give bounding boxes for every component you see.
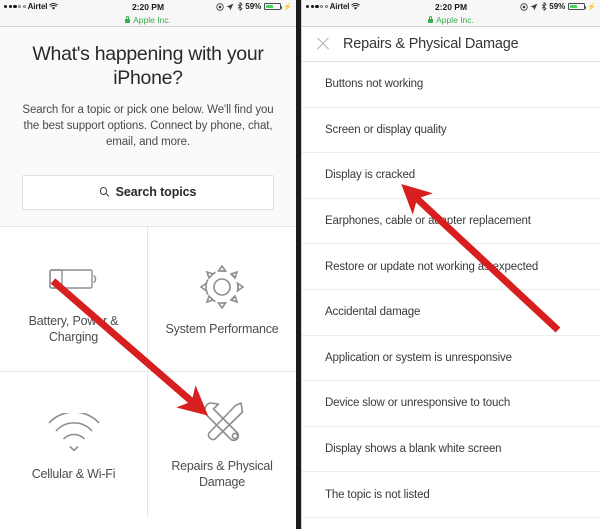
list-item[interactable]: Display is cracked xyxy=(302,153,600,199)
wifi-icon xyxy=(47,405,101,459)
lock-icon xyxy=(125,16,131,23)
list-item[interactable]: Earphones, cable or adapter replacement xyxy=(302,198,600,245)
signal-dot-filled xyxy=(8,4,12,9)
signal-dot-empty xyxy=(324,5,328,8)
gear-icon xyxy=(197,260,247,314)
tile-system-performance[interactable]: System Performance xyxy=(148,226,296,372)
signal-dot-empty xyxy=(18,5,22,8)
search-section: Search topics xyxy=(0,164,296,226)
list-item-label: Display shows a blank white screen xyxy=(325,443,502,456)
list-item[interactable]: The topic is not listed xyxy=(302,472,600,518)
signal-dot-filled xyxy=(310,4,314,9)
list-item[interactable]: Screen or display quality xyxy=(302,107,600,154)
status-bar-carrier-group: Airtel xyxy=(4,2,59,11)
list-item-label: The topic is not listed xyxy=(325,488,430,501)
nav-title: Repairs & Physical Damage xyxy=(343,36,519,52)
tile-repairs-physical-damage[interactable]: Repairs & Physical Damage xyxy=(148,371,296,517)
status-bar-right-group: 59% ⚡ xyxy=(216,2,292,11)
bluetooth-icon xyxy=(541,2,547,11)
wrench-screwdriver-icon xyxy=(196,397,248,451)
dual-screenshot-container: Airtel 2:20 PM 59% ⚡ Apple Inc. What's h… xyxy=(0,0,600,529)
list-item-label: Earphones, cable or adapter replacement xyxy=(325,215,531,228)
domain-label: Apple Inc. xyxy=(436,14,474,25)
alarm-clock-icon xyxy=(520,2,528,11)
signal-dot-filled xyxy=(315,4,319,9)
hero-section: What's happening with your iPhone? Searc… xyxy=(0,27,296,165)
close-icon[interactable] xyxy=(315,37,330,52)
search-input[interactable]: Search topics xyxy=(22,174,274,210)
battery-icon xyxy=(263,2,283,11)
tile-label: Battery, Power & Charging xyxy=(28,313,119,344)
signal-dot-filled xyxy=(4,4,8,9)
list-item[interactable]: Device slow or unresponsive to touch xyxy=(302,381,600,427)
domain-label: Apple Inc. xyxy=(133,14,171,25)
signal-strength-dots xyxy=(306,4,328,9)
list-item[interactable]: Buttons not working xyxy=(302,62,600,108)
list-item-label: Application or system is unresponsive xyxy=(325,351,512,364)
location-arrow-icon xyxy=(226,3,234,10)
alarm-clock-icon xyxy=(216,2,224,11)
wifi-icon xyxy=(351,2,361,10)
tile-battery-power-charging[interactable]: Battery, Power & Charging xyxy=(0,226,148,372)
tile-label: System Performance xyxy=(165,321,279,336)
tile-label: Repairs & Physical Damage xyxy=(171,459,273,490)
lightning-bolt-icon: ⚡ xyxy=(587,3,596,11)
navigation-bar: Repairs & Physical Damage xyxy=(302,27,600,62)
list-item[interactable]: Accidental damage xyxy=(302,289,600,336)
left-phone-screen: Airtel 2:20 PM 59% ⚡ Apple Inc. What's h… xyxy=(0,0,296,529)
topic-tile-grid: Battery, Power & Charging System Perform… xyxy=(0,225,296,517)
carrier-label: Airtel xyxy=(27,2,48,11)
status-bar-left: Airtel 2:20 PM 59% ⚡ xyxy=(0,0,296,13)
tile-label: Cellular & Wi-Fi xyxy=(31,467,116,482)
search-icon xyxy=(99,187,110,197)
status-bar-right: Airtel 2:20 PM 59% ⚡ xyxy=(302,0,600,13)
list-item[interactable]: Restore or update not working as expecte… xyxy=(302,244,600,290)
signal-dot-empty xyxy=(22,5,26,8)
list-item-label: Buttons not working xyxy=(325,78,424,91)
location-arrow-icon xyxy=(530,3,538,10)
status-bar-carrier-group: Airtel xyxy=(306,2,361,11)
signal-dot-filled xyxy=(306,4,310,9)
right-phone-screen: Airtel 2:20 PM 59% ⚡ Apple Inc. Repairs … xyxy=(301,0,600,529)
list-item[interactable]: Application or system is unresponsive xyxy=(302,335,600,382)
bluetooth-icon xyxy=(237,2,243,11)
battery-icon xyxy=(567,2,587,11)
battery-icon xyxy=(48,252,99,306)
list-item-label: Screen or display quality xyxy=(325,123,447,136)
list-item-label: Accidental damage xyxy=(325,306,421,319)
domain-bar-right: Apple Inc. xyxy=(302,13,600,27)
signal-dot-filled xyxy=(13,4,17,9)
lightning-bolt-icon: ⚡ xyxy=(283,3,292,11)
battery-percent-label: 59% xyxy=(245,2,262,11)
tile-cellular-wifi[interactable]: Cellular & Wi-Fi xyxy=(0,371,148,517)
list-item-label: Device slow or unresponsive to touch xyxy=(325,397,511,410)
page-subtitle: Search for a topic or pick one below. We… xyxy=(22,103,274,149)
topic-list: Buttons not working Screen or display qu… xyxy=(302,62,600,518)
status-bar-right-group: 59% ⚡ xyxy=(520,2,596,11)
carrier-label: Airtel xyxy=(329,2,350,11)
wifi-icon xyxy=(49,2,59,10)
search-placeholder-label: Search topics xyxy=(115,185,197,200)
domain-bar-left: Apple Inc. xyxy=(0,13,296,27)
list-item-label: Restore or update not working as expecte… xyxy=(325,260,539,273)
list-item-label: Display is cracked xyxy=(325,169,415,182)
page-title: What's happening with your iPhone? xyxy=(32,43,264,89)
battery-percent-label: 59% xyxy=(549,2,566,11)
lock-icon xyxy=(428,16,434,23)
signal-dot-empty xyxy=(320,5,324,8)
list-item[interactable]: Display shows a blank white screen xyxy=(302,426,600,473)
signal-strength-dots xyxy=(4,4,26,9)
